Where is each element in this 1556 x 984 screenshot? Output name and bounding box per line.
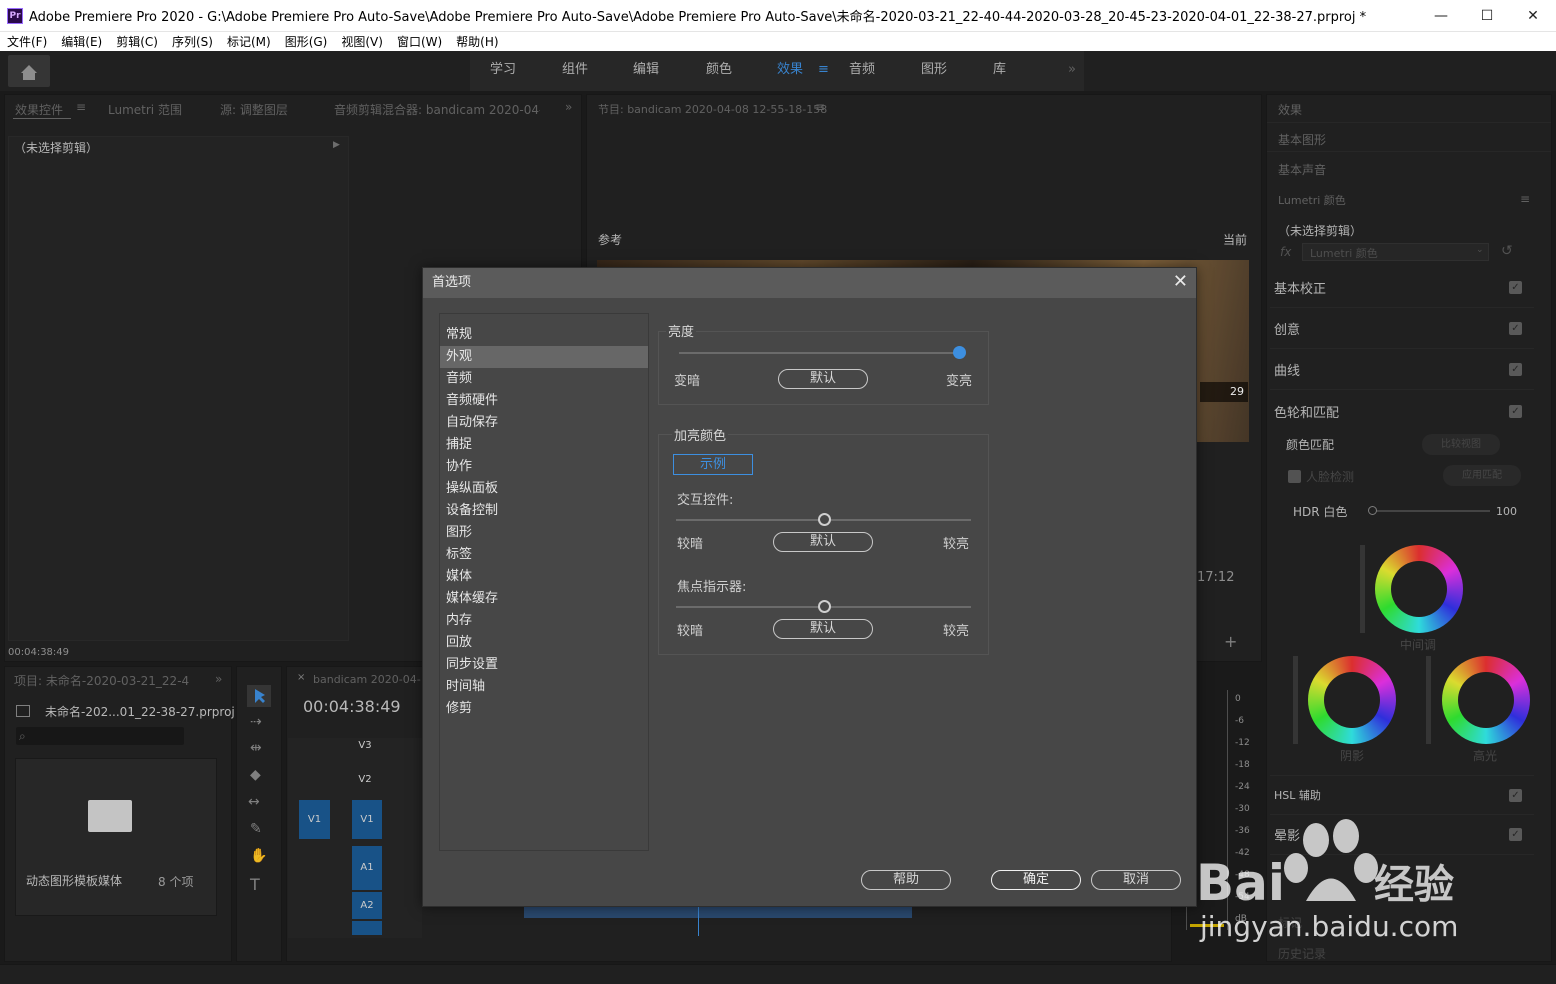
- menu-clip[interactable]: 剪辑(C): [109, 33, 165, 50]
- menu-sequence[interactable]: 序列(S): [165, 33, 220, 50]
- preferences-category-item[interactable]: 操纵面板: [440, 478, 648, 500]
- preferences-category-item[interactable]: 修剪: [440, 698, 648, 720]
- preferences-category-item[interactable]: 图形: [440, 522, 648, 544]
- premiere-app-icon: Pr: [7, 7, 23, 24]
- focus-lighter-label: 较亮: [943, 624, 970, 639]
- interactive-controls-thumb[interactable]: [817, 513, 831, 526]
- focus-default-button[interactable]: 默认: [773, 619, 873, 639]
- preferences-category-item[interactable]: 标签: [440, 544, 648, 566]
- brightness-label: 亮度: [666, 321, 697, 340]
- window-title: Adobe Premiere Pro 2020 - G:\Adobe Premi…: [29, 10, 1367, 25]
- brightness-lighter-label: 变亮: [946, 374, 973, 389]
- menu-file[interactable]: 文件(F): [0, 33, 54, 50]
- svg-text:Bai: Bai: [1196, 854, 1285, 906]
- baidu-watermark: Bai 经验 jingyan.baidu.com: [1196, 816, 1496, 966]
- preferences-category-item[interactable]: 常规: [440, 324, 648, 346]
- highlight-color-label: 加亮颜色: [672, 425, 729, 444]
- preferences-category-item[interactable]: 内存: [440, 610, 648, 632]
- preferences-category-item[interactable]: 回放: [440, 632, 648, 654]
- title-bar: Pr Adobe Premiere Pro 2020 - G:\Adobe Pr…: [0, 0, 1556, 31]
- preferences-category-item[interactable]: 捕捉: [440, 434, 648, 456]
- ok-button[interactable]: 确定: [991, 870, 1081, 890]
- maximize-button[interactable]: ☐: [1464, 0, 1510, 31]
- brightness-group: [658, 331, 989, 405]
- interactive-controls-label: 交互控件:: [677, 493, 734, 508]
- interactive-lighter-label: 较亮: [943, 537, 970, 552]
- preferences-category-item[interactable]: 设备控制: [440, 500, 648, 522]
- menu-markers[interactable]: 标记(M): [220, 33, 278, 50]
- menu-view[interactable]: 视图(V): [334, 33, 390, 50]
- close-window-button[interactable]: ✕: [1510, 0, 1556, 31]
- preferences-category-item[interactable]: 音频: [440, 368, 648, 390]
- highlight-sample-swatch: 示例: [673, 454, 753, 475]
- interactive-default-button[interactable]: 默认: [773, 532, 873, 552]
- menu-edit[interactable]: 编辑(E): [54, 33, 109, 50]
- focus-indicator-label: 焦点指示器:: [677, 580, 747, 595]
- cancel-button[interactable]: 取消: [1091, 870, 1181, 890]
- preferences-category-item[interactable]: 媒体: [440, 566, 648, 588]
- preferences-category-item[interactable]: 音频硬件: [440, 390, 648, 412]
- menu-bar: 文件(F) 编辑(E) 剪辑(C) 序列(S) 标记(M) 图形(G) 视图(V…: [0, 31, 1556, 51]
- minimize-button[interactable]: —: [1418, 0, 1464, 31]
- focus-indicator-thumb[interactable]: [817, 600, 831, 613]
- dialog-close-icon[interactable]: ✕: [1173, 273, 1188, 291]
- preferences-category-list: 常规 外观 音频 音频硬件 自动保存 捕捉 协作 操纵面板 设备控制 图形 标签 媒体 媒体缓存 内存 回放…: [439, 313, 649, 851]
- watermark-url: jingyan.baidu.com: [1200, 910, 1459, 943]
- help-button[interactable]: 帮助: [861, 870, 951, 890]
- preferences-category-item[interactable]: 媒体缓存: [440, 588, 648, 610]
- brightness-slider-thumb[interactable]: [953, 346, 966, 359]
- preferences-dialog: 首选项 ✕ 常规 外观 音频 音频硬件 自动保存 捕捉 协作 操纵面板 设备控制 图形 标签 媒体 媒体…: [422, 267, 1197, 907]
- brightness-darker-label: 变暗: [674, 374, 701, 389]
- menu-help[interactable]: 帮助(H): [449, 33, 505, 50]
- menu-graphics[interactable]: 图形(G): [278, 33, 335, 50]
- dialog-title: 首选项: [423, 268, 1196, 298]
- svg-text:经验: 经验: [1374, 862, 1454, 906]
- preferences-category-item[interactable]: 同步设置: [440, 654, 648, 676]
- focus-darker-label: 较暗: [677, 624, 704, 639]
- brightness-slider[interactable]: [679, 352, 959, 354]
- baidu-paw-logo: Bai 经验: [1196, 819, 1454, 906]
- preferences-category-item[interactable]: 自动保存: [440, 412, 648, 434]
- interactive-darker-label: 较暗: [677, 537, 704, 552]
- preferences-category-item[interactable]: 外观: [440, 346, 648, 368]
- preferences-category-item[interactable]: 时间轴: [440, 676, 648, 698]
- preferences-category-item[interactable]: 协作: [440, 456, 648, 478]
- brightness-default-button[interactable]: 默认: [778, 369, 868, 389]
- menu-window[interactable]: 窗口(W): [390, 33, 449, 50]
